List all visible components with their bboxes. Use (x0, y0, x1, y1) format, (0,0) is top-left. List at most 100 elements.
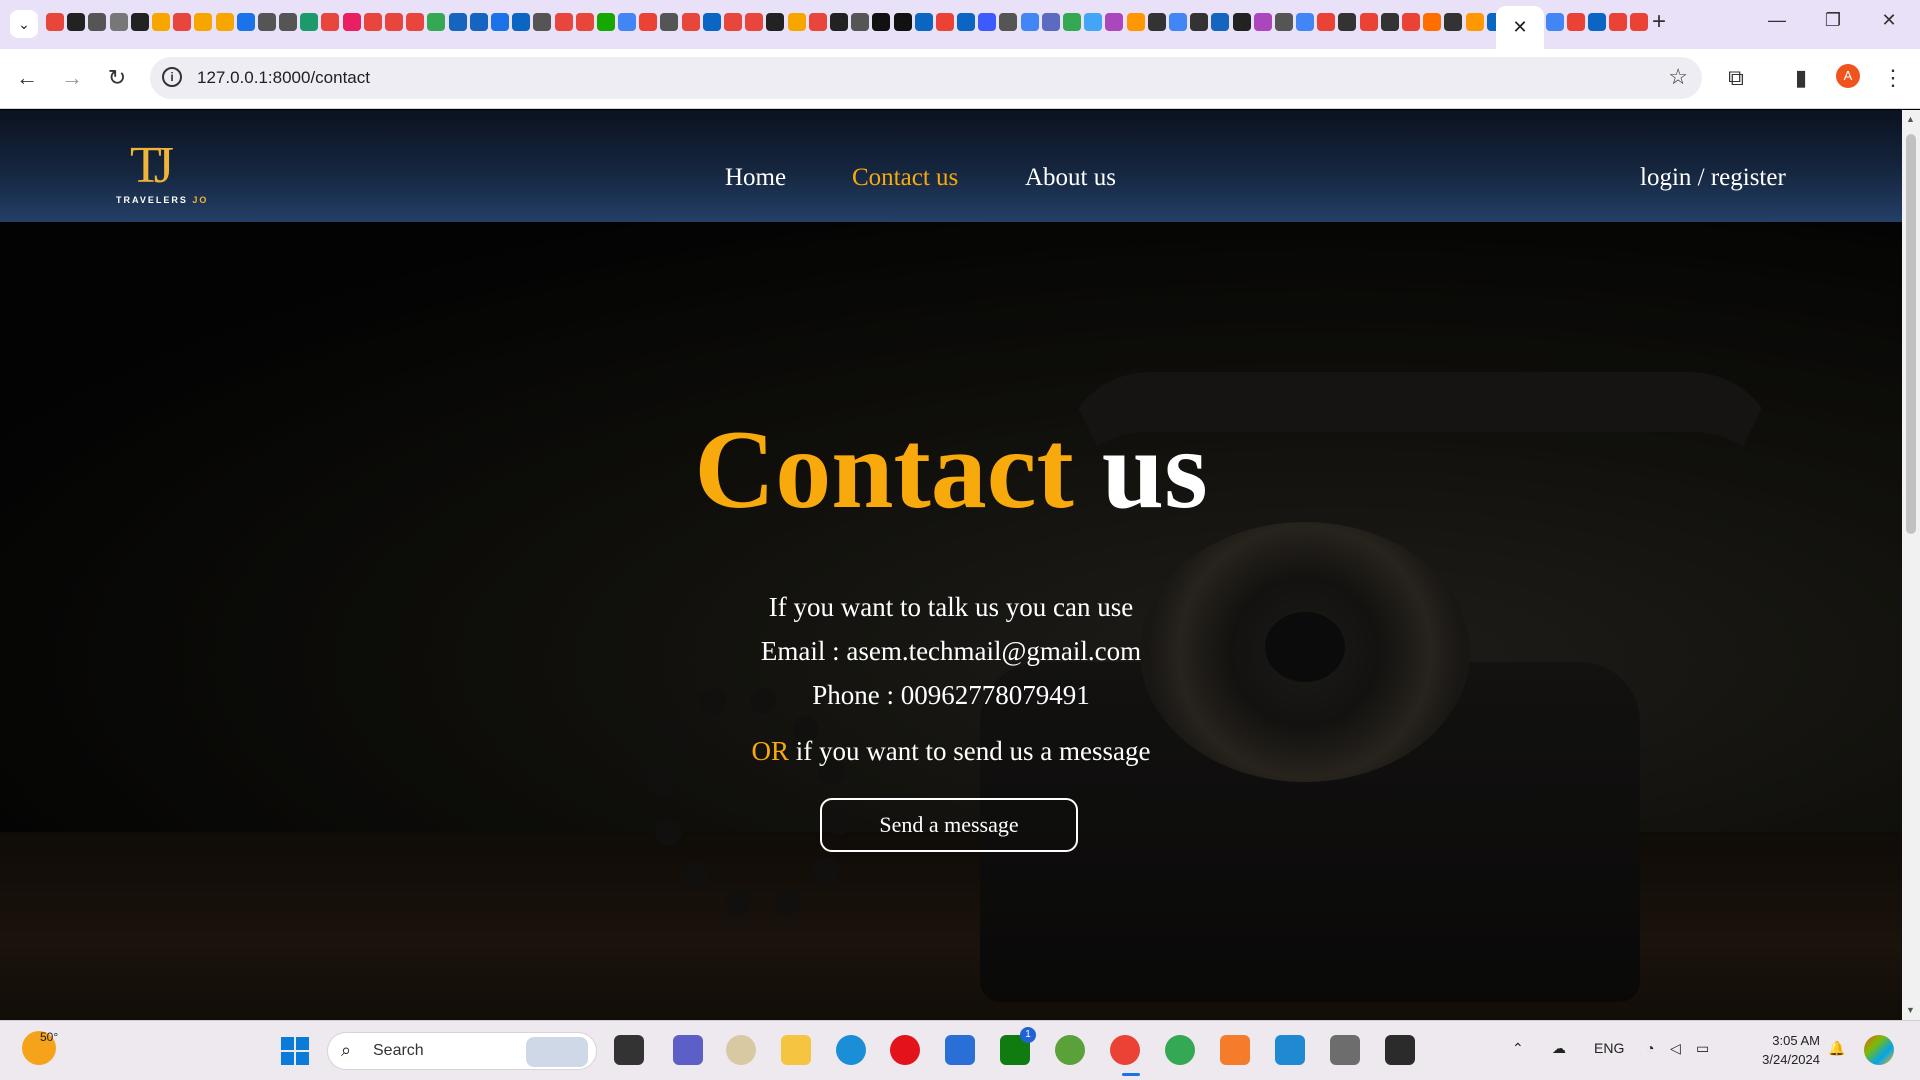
vscode-icon[interactable] (1275, 1035, 1305, 1065)
tab-favicon-icon[interactable] (1359, 13, 1378, 31)
tab-favicon-icon[interactable] (490, 13, 509, 31)
tab-favicon-icon[interactable] (1105, 13, 1124, 31)
tab-favicon-icon[interactable] (1232, 13, 1251, 31)
tab-favicon-icon[interactable] (914, 13, 933, 31)
tab-favicon-icon[interactable] (1020, 13, 1039, 31)
tab-favicon-icon[interactable] (1486, 13, 1496, 31)
teams-icon[interactable] (673, 1035, 703, 1065)
tab-favicon-icon[interactable] (1423, 13, 1442, 31)
minimize-icon[interactable]: — (1762, 10, 1792, 31)
tab-favicon-icon[interactable] (639, 13, 658, 31)
tab-favicon-icon[interactable] (1147, 13, 1166, 31)
url-text[interactable]: 127.0.0.1:8000/contact (197, 68, 370, 88)
right-tab-favicons[interactable] (1546, 13, 1648, 31)
taskbar-search[interactable]: ⌕ Search (327, 1032, 597, 1070)
tab-favicon-icon[interactable] (236, 13, 255, 31)
tab-favicon-icon[interactable] (1296, 13, 1315, 31)
active-tab[interactable]: ✕ (1496, 6, 1544, 49)
battery-icon[interactable]: ▭ (1696, 1040, 1709, 1057)
notification-bell-icon[interactable]: 🔔 (1828, 1040, 1845, 1057)
tab-favicon-icon[interactable] (893, 13, 912, 31)
tab-favicon-icon[interactable] (215, 13, 234, 31)
opera-icon[interactable] (890, 1035, 920, 1065)
start-button[interactable] (281, 1037, 309, 1065)
page-scrollbar[interactable]: ▲ ▼ (1902, 110, 1920, 1020)
task-view-icon[interactable] (614, 1035, 644, 1065)
chrome-profile-icon[interactable] (1165, 1035, 1195, 1065)
tab-favicon-icon[interactable] (300, 13, 319, 31)
tab-favicon-icon[interactable] (279, 13, 298, 31)
tab-favicon-icon[interactable] (533, 13, 552, 31)
tab-favicon-icon[interactable] (109, 13, 128, 31)
tab-favicon-icon[interactable] (999, 13, 1018, 31)
tab-favicon-icon[interactable] (1253, 13, 1272, 31)
language-indicator[interactable]: ENG (1594, 1040, 1624, 1056)
tab-favicon-icon[interactable] (67, 13, 86, 31)
tab-favicon-icon[interactable] (618, 13, 637, 31)
send-message-button[interactable]: Send a message (820, 798, 1078, 852)
tab-favicon-icon[interactable] (1444, 13, 1463, 31)
tab-favicon-icon[interactable] (766, 13, 785, 31)
tab-close-icon[interactable]: ✕ (1512, 17, 1527, 38)
wifi-icon[interactable]: ◔ (1646, 1040, 1654, 1056)
tab-favicon-icon[interactable] (702, 13, 721, 31)
tab-favicon-icon[interactable] (1380, 13, 1399, 31)
nav-contact[interactable]: Contact us (852, 164, 958, 192)
pinned-tab-favicons[interactable] (46, 13, 1496, 37)
back-icon[interactable]: ← (12, 63, 42, 93)
tab-favicon-icon[interactable] (257, 13, 276, 31)
tab-favicon-icon[interactable] (321, 13, 340, 31)
tab-favicon-icon[interactable] (342, 13, 361, 31)
tab-favicon-icon[interactable] (1609, 13, 1627, 31)
nav-about[interactable]: About us (1025, 164, 1116, 192)
tab-favicon-icon[interactable] (808, 13, 827, 31)
chrome-icon[interactable] (1110, 1035, 1140, 1065)
new-tab-button[interactable]: + (1652, 8, 1666, 36)
tab-favicon-icon[interactable] (724, 13, 742, 31)
tab-favicon-icon[interactable] (512, 13, 531, 31)
tab-search-button[interactable]: ⌄ (10, 10, 38, 38)
tab-favicon-icon[interactable] (1317, 13, 1336, 31)
tab-favicon-icon[interactable] (194, 13, 213, 31)
side-panel-icon[interactable]: ▮ (1786, 63, 1816, 93)
forward-icon[interactable]: → (57, 63, 87, 93)
scroll-up-icon[interactable]: ▲ (1906, 114, 1915, 124)
tab-favicon-icon[interactable] (1063, 13, 1081, 31)
tab-favicon-icon[interactable] (130, 13, 149, 31)
tab-favicon-icon[interactable] (151, 13, 170, 31)
tab-favicon-icon[interactable] (1168, 13, 1187, 31)
contact-phone[interactable]: Phone : 00962778079491 (0, 680, 1902, 711)
bookmark-star-icon[interactable]: ☆ (1668, 64, 1688, 90)
site-info-icon[interactable]: i (162, 67, 182, 87)
terminal-icon[interactable] (1385, 1035, 1415, 1065)
reload-icon[interactable]: ↻ (102, 63, 132, 93)
tab-favicon-icon[interactable] (660, 13, 679, 31)
volume-icon[interactable]: ◁ (1670, 1040, 1681, 1057)
system-clock[interactable]: 3:05 AM 3/24/2024 (1740, 1031, 1820, 1069)
file-explorer-icon[interactable] (781, 1035, 811, 1065)
tab-favicon-icon[interactable] (1402, 13, 1420, 31)
xampp-icon[interactable] (1220, 1035, 1250, 1065)
tab-favicon-icon[interactable] (1084, 13, 1103, 31)
tab-favicon-icon[interactable] (1274, 13, 1293, 31)
profile-avatar[interactable]: A (1836, 64, 1860, 88)
restore-icon[interactable]: ❐ (1818, 10, 1848, 31)
copilot-icon[interactable] (1864, 1035, 1894, 1065)
xbox-icon[interactable]: 1 (1000, 1027, 1036, 1065)
tab-favicon-icon[interactable] (88, 13, 107, 31)
tab-favicon-icon[interactable] (1211, 13, 1230, 31)
tab-favicon-icon[interactable] (978, 13, 997, 31)
onedrive-icon[interactable]: ☁ (1552, 1040, 1566, 1057)
tab-favicon-icon[interactable] (427, 13, 446, 31)
clock-app-icon[interactable] (726, 1035, 756, 1065)
close-window-icon[interactable]: ✕ (1874, 10, 1904, 31)
tab-favicon-icon[interactable] (1588, 13, 1606, 31)
tab-favicon-icon[interactable] (1465, 13, 1484, 31)
tab-favicon-icon[interactable] (469, 13, 488, 31)
tab-favicon-icon[interactable] (363, 13, 382, 31)
tab-favicon-icon[interactable] (575, 13, 594, 31)
site-logo[interactable]: TJ TRAVELERS JO (116, 136, 206, 206)
tray-overflow-icon[interactable]: ⌃ (1512, 1040, 1524, 1057)
tab-favicon-icon[interactable] (448, 13, 467, 31)
extensions-icon[interactable]: ⧉ (1721, 63, 1751, 93)
